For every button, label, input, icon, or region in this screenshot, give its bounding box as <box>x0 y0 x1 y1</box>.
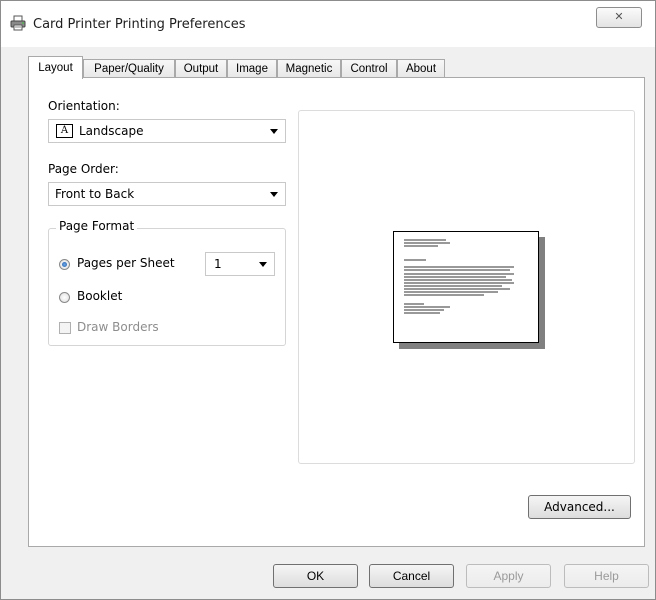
orientation-value: Landscape <box>79 124 144 138</box>
window-title: Card Printer Printing Preferences <box>33 17 246 32</box>
tab-magnetic[interactable]: Magnetic <box>277 59 341 77</box>
tab-image[interactable]: Image <box>227 59 277 77</box>
pages-per-sheet-dropdown[interactable]: 1 <box>205 252 275 276</box>
printing-preferences-dialog: Card Printer Printing Preferences ✕ Layo… <box>0 0 656 600</box>
printer-icon <box>10 15 26 31</box>
close-button[interactable]: ✕ <box>596 7 642 28</box>
booklet-radio[interactable] <box>59 292 70 303</box>
tab-output[interactable]: Output <box>175 59 227 77</box>
apply-button: Apply <box>466 564 551 588</box>
pages-per-sheet-radio[interactable] <box>59 259 70 270</box>
tab-control[interactable]: Control <box>341 59 397 77</box>
preview-page <box>393 231 539 343</box>
chevron-down-icon <box>270 129 278 134</box>
ok-button[interactable]: OK <box>273 564 358 588</box>
booklet-label[interactable]: Booklet <box>77 289 122 303</box>
page-order-dropdown[interactable]: Front to Back <box>48 182 286 206</box>
tab-layout[interactable]: Layout <box>28 56 83 79</box>
draw-borders-checkbox[interactable] <box>59 322 71 334</box>
orientation-label: Orientation: <box>48 99 120 113</box>
landscape-orientation-icon: A <box>56 124 73 138</box>
tab-about[interactable]: About <box>397 59 445 77</box>
orientation-dropdown[interactable]: A Landscape <box>48 119 286 143</box>
page-format-title: Page Format <box>56 219 138 233</box>
tab-paper-quality[interactable]: Paper/Quality <box>83 59 175 77</box>
title-bar[interactable]: Card Printer Printing Preferences ✕ <box>1 1 655 47</box>
draw-borders-label: Draw Borders <box>77 320 159 334</box>
page-order-value: Front to Back <box>55 187 135 201</box>
help-button: Help <box>564 564 649 588</box>
page-order-label: Page Order: <box>48 162 119 176</box>
chevron-down-icon <box>259 262 267 267</box>
pages-per-sheet-value: 1 <box>214 257 222 271</box>
cancel-button[interactable]: Cancel <box>369 564 454 588</box>
advanced-button[interactable]: Advanced... <box>528 495 631 519</box>
pages-per-sheet-label[interactable]: Pages per Sheet <box>77 256 175 270</box>
chevron-down-icon <box>270 192 278 197</box>
close-icon: ✕ <box>614 11 624 23</box>
document-preview-icon <box>404 239 514 314</box>
